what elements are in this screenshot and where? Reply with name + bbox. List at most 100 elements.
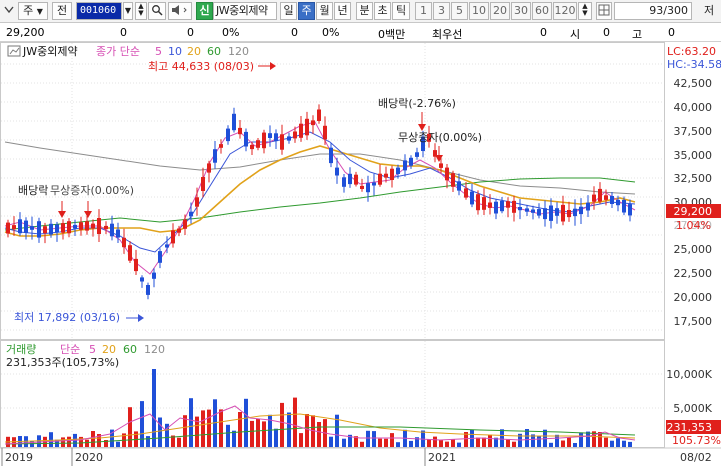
interval-button-1[interactable]: 1: [415, 2, 432, 20]
interval-button-30[interactable]: 30: [511, 2, 531, 20]
volume-bar: [622, 440, 626, 447]
tab-period-3[interactable]: 년: [334, 2, 351, 20]
toolbar: 주 ▼ 전 001060 ▼ ▲ ▼ 신 JW중외제약 일 주 월 년 분 초 틱…: [0, 0, 721, 23]
interval-button-20[interactable]: 20: [490, 2, 510, 20]
candle-body: [476, 194, 480, 211]
tab-period-6[interactable]: 틱: [392, 2, 410, 20]
volume-legend-ma-20: 20: [102, 343, 116, 356]
volume-bar: [226, 424, 230, 447]
interval-stepper[interactable]: ▲ ▼: [578, 2, 592, 20]
candle-body: [37, 221, 41, 238]
candle-body: [488, 202, 492, 208]
status-field-3: 0%: [222, 26, 240, 39]
y-tick-32500: 32,500: [674, 172, 713, 185]
volume-bar: [616, 438, 620, 447]
candle-body: [543, 208, 547, 220]
right-label[interactable]: 저: [700, 2, 718, 20]
tab-period-5[interactable]: 초: [374, 2, 391, 20]
stock-name-field[interactable]: JW중외제약: [213, 2, 277, 20]
status-field-4: 0: [291, 26, 298, 39]
current-volume-ratio: 105.73%: [672, 434, 721, 447]
volume-bar: [189, 398, 193, 447]
candle-body: [525, 208, 529, 212]
candle-body: [158, 251, 162, 263]
volume-bar: [177, 437, 181, 447]
volume-bar: [360, 441, 364, 447]
candle-body: [403, 160, 407, 171]
hc-label: HC:-34.58: [667, 58, 721, 71]
candle-body: [378, 173, 382, 185]
interval-button-3[interactable]: 3: [433, 2, 450, 20]
legend-ma-5: 5: [155, 45, 162, 58]
tab-period-0[interactable]: 일: [280, 2, 297, 20]
status-field-6: 0백만: [378, 28, 406, 41]
candle-body: [622, 199, 626, 213]
bonus-annotation-right: 무상증자(0.00%): [398, 131, 482, 144]
volume-bar: [579, 432, 583, 447]
tab-period-4[interactable]: 분: [356, 2, 373, 20]
volume-bar: [549, 442, 553, 447]
candle-body: [561, 204, 565, 222]
stock-code-input[interactable]: 001060: [76, 2, 122, 20]
candle-body: [55, 224, 59, 233]
current-price-tag-text: 29,200: [674, 205, 713, 218]
y-tick-20000: 20,000: [674, 291, 713, 304]
status-field-10: 0: [603, 26, 610, 39]
interval-button-5[interactable]: 5: [451, 2, 468, 20]
period-selector[interactable]: 주 ▼: [18, 2, 48, 20]
y-tick-17500: 17,500: [674, 315, 713, 328]
current-volume-tag-text: 231,353: [667, 421, 713, 434]
volume-bar: [604, 437, 608, 447]
tab-period-2[interactable]: 월: [316, 2, 333, 20]
volume-bar: [457, 442, 461, 447]
sound-icon[interactable]: [168, 2, 192, 20]
dividend-annotation-left: 배당락: [18, 184, 48, 197]
badge-sin[interactable]: 신: [196, 2, 213, 20]
volume-bar: [262, 421, 266, 447]
grid-view-icon[interactable]: [596, 2, 612, 20]
candle-body: [287, 136, 291, 141]
chart-canvas[interactable]: JW중외제약 종가 단순 5 10 20 60 120 LC:63.20 HC:…: [0, 42, 721, 466]
code-stepper[interactable]: ▲ ▼: [135, 2, 147, 20]
volume-bar: [610, 440, 614, 447]
candle-body: [323, 125, 327, 140]
volume-legend-ma-60: 60: [123, 343, 137, 356]
candle-body: [213, 149, 217, 163]
status-field-2: 0: [187, 26, 194, 39]
volume-bar: [219, 409, 223, 447]
volume-bar: [586, 431, 590, 447]
candle-body: [537, 209, 541, 216]
volume-bar: [238, 412, 242, 447]
candle-body: [329, 147, 333, 164]
page-count-field[interactable]: 93/300: [614, 2, 692, 20]
y-tick-22500: 22,500: [674, 267, 713, 280]
interval-button-60[interactable]: 60: [532, 2, 552, 20]
volume-bar: [61, 437, 65, 447]
candle-body: [232, 113, 236, 131]
interval-button-120[interactable]: 120: [553, 2, 577, 20]
candle-body: [372, 182, 376, 186]
tab-period-1[interactable]: 주: [298, 2, 315, 20]
volume-bar: [445, 441, 449, 447]
candle-body: [189, 211, 193, 217]
interval-button-10[interactable]: 10: [469, 2, 489, 20]
chart-area[interactable]: JW중외제약 종가 단순 5 10 20 60 120 LC:63.20 HC:…: [0, 42, 721, 466]
legend-ma-label: 종가 단순: [96, 45, 140, 58]
dividend-annotation-right: 배당락(-2.76%): [378, 97, 456, 110]
status-field-11: 고: [632, 28, 643, 41]
candle-body: [494, 201, 498, 214]
lc-label: LC:63.20: [667, 45, 716, 58]
candle-body: [342, 177, 346, 187]
code-dropdown-icon[interactable]: ▼: [123, 2, 133, 20]
volume-bar: [512, 441, 516, 447]
volume-y-tick-10000k: 10,000K: [666, 368, 712, 381]
volume-legend-ma-label: 단순: [60, 343, 80, 356]
prev-button[interactable]: 전: [52, 2, 72, 20]
candle-body: [110, 223, 114, 237]
search-icon[interactable]: [148, 2, 166, 20]
candle-body: [12, 225, 16, 230]
expand-icon[interactable]: [2, 2, 16, 20]
candle-body: [482, 197, 486, 210]
candle-body: [85, 221, 89, 231]
candle-body: [79, 222, 83, 230]
